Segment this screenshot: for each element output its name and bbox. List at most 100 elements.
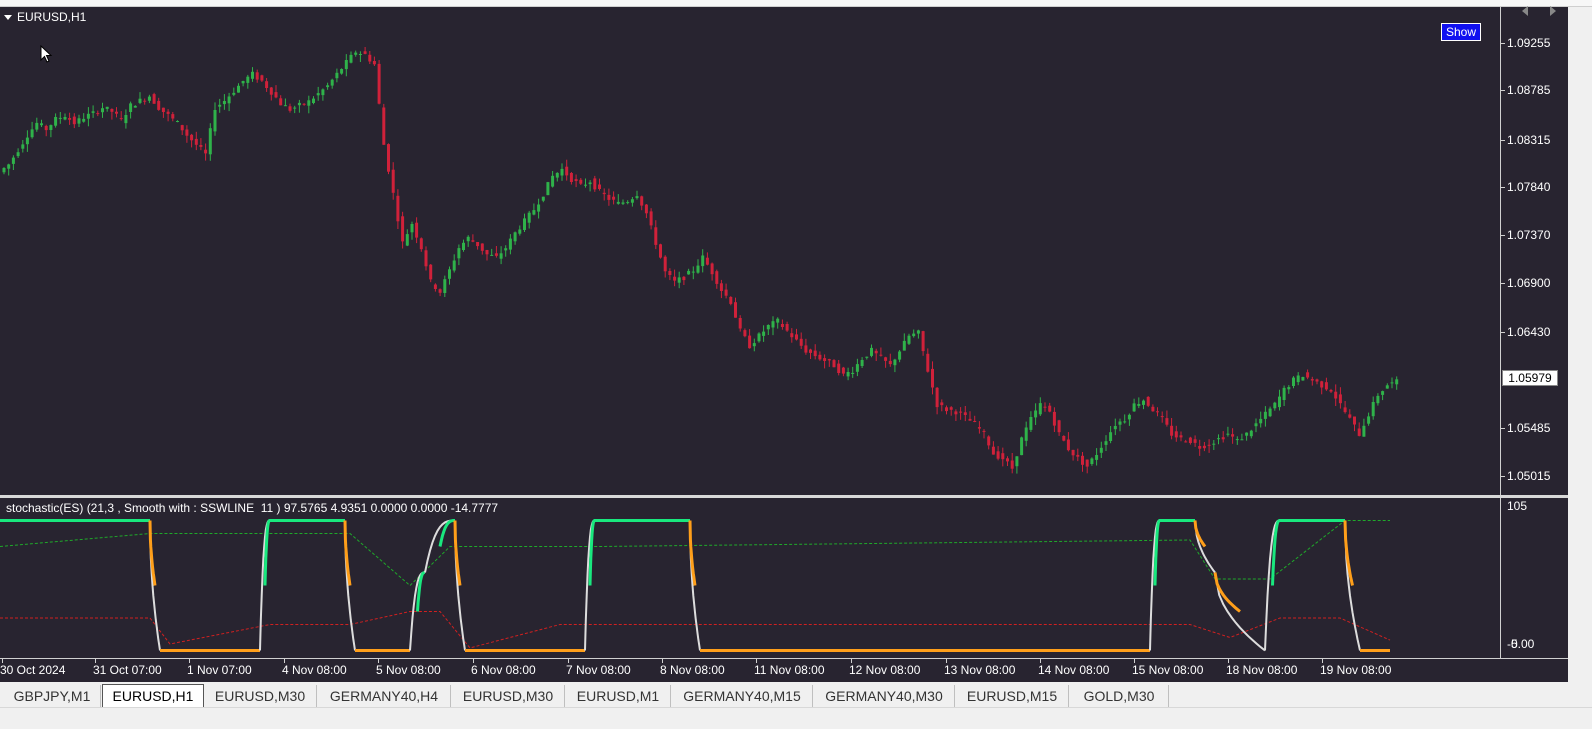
bull-candle <box>584 184 587 186</box>
bull-candle <box>330 79 334 86</box>
bull-candle <box>1390 382 1394 384</box>
bull-candle <box>30 129 34 138</box>
bear-candle <box>72 116 76 125</box>
bull-candle <box>246 76 250 83</box>
bull-candle <box>677 277 681 283</box>
bear-candle <box>401 216 405 242</box>
bear-candle <box>841 367 845 374</box>
tab-scroll-left-icon[interactable] <box>1522 6 1528 16</box>
tab-eurusd-h1[interactable]: EURUSD,H1 <box>102 684 204 708</box>
mouse-cursor-icon <box>40 45 53 63</box>
price-axis[interactable]: 1.09255 1.08785 1.08315 1.07840 1.07370 1.069… <box>1500 7 1569 495</box>
bear-candle <box>1231 434 1235 437</box>
bear-candle <box>1066 439 1070 451</box>
bull-candle <box>855 364 859 372</box>
bear-candle <box>649 211 653 226</box>
bear-candle <box>602 192 606 195</box>
bull-candle <box>1385 385 1389 389</box>
bear-candle <box>476 242 480 247</box>
bull-candle <box>466 236 470 242</box>
bear-candle <box>1207 444 1211 446</box>
bull-candle <box>232 92 236 95</box>
bear-candle <box>785 324 789 331</box>
price-axis-label: 1.05015 <box>1507 469 1551 483</box>
bull-candle <box>222 101 226 105</box>
bull-candle <box>124 115 128 124</box>
bear-candle <box>424 250 428 267</box>
bear-candle <box>837 363 841 373</box>
bear-candle <box>921 331 925 352</box>
current-price-tag: 1.05979 <box>1502 370 1558 386</box>
tab-germany40-m15[interactable]: GERMANY40,M15 <box>672 685 813 707</box>
bear-candle <box>968 418 972 421</box>
tab-scroll-right-icon[interactable] <box>1550 6 1556 16</box>
tab-gold-m30[interactable]: GOLD,M30 <box>1070 685 1169 707</box>
tab-eurusd-m15[interactable]: EURUSD,M15 <box>956 685 1069 707</box>
bull-candle <box>560 168 564 176</box>
bear-candle <box>654 227 658 245</box>
bull-candle <box>762 331 766 336</box>
tab-germany40-m30[interactable]: GERMANY40,M30 <box>814 685 955 707</box>
dropdown-arrow-icon[interactable] <box>4 14 12 20</box>
price-pane[interactable]: EURUSD,H1 Show <box>0 7 1500 495</box>
tab-gbpjpy-m1[interactable]: GBPJPY,M1 <box>4 685 101 707</box>
tab-eurusd-m30[interactable]: EURUSD,M30 <box>452 685 565 707</box>
tab-eurusd-m30[interactable]: EURUSD,M30 <box>204 685 317 707</box>
bull-candle <box>129 103 133 112</box>
bull-candle <box>448 269 451 279</box>
bear-candle <box>1329 390 1333 392</box>
bear-candle <box>1320 381 1324 388</box>
bull-candle <box>358 54 362 55</box>
tab-eurusd-m1[interactable]: EURUSD,M1 <box>566 685 671 707</box>
bull-candle <box>616 201 620 204</box>
bear-candle <box>115 111 118 114</box>
symbol-title[interactable]: EURUSD,H1 <box>4 10 86 24</box>
bull-candle <box>776 318 780 323</box>
bull-candle <box>138 98 142 103</box>
bull-candle <box>1029 417 1033 430</box>
bear-candle <box>363 51 367 54</box>
bear-candle <box>190 134 194 141</box>
indicator-axis[interactable]: 105 -5 0.00 <box>1500 498 1569 658</box>
tab-germany40-h4[interactable]: GERMANY40,H4 <box>318 685 451 707</box>
bear-candle <box>161 107 165 112</box>
bull-candle <box>326 85 330 88</box>
price-axis-tick <box>1501 187 1505 188</box>
bear-candle <box>180 125 184 131</box>
bull-candle <box>1217 438 1220 440</box>
price-axis-label: 1.07370 <box>1507 228 1551 242</box>
bear-candle <box>598 184 601 189</box>
chart-window[interactable]: EURUSD,H1 Show 1.09255 1.08785 1.08315 1.07… <box>0 7 1568 682</box>
bull-candle <box>54 117 58 126</box>
bull-candle <box>16 152 20 157</box>
price-axis-label: 1.07840 <box>1507 180 1551 194</box>
bear-candle <box>729 297 733 304</box>
time-axis-label: 11 Nov 08:00 <box>754 663 825 677</box>
bull-candle <box>293 107 297 109</box>
candlestick-chart[interactable] <box>0 7 1500 495</box>
bear-candle <box>663 256 667 272</box>
indicator-pane[interactable]: stochastic(ES) (21,3 , Smooth with : SSW… <box>0 498 1500 658</box>
bull-candle <box>1226 433 1230 435</box>
time-axis[interactable]: 30 Oct 2024 31 Oct 07:00 1 Nov 07:00 4 Nov … <box>0 658 1568 683</box>
bull-candle <box>555 172 559 178</box>
show-button[interactable]: Show <box>1441 23 1482 41</box>
bear-candle <box>1043 406 1047 408</box>
time-axis-label: 1 Nov 07:00 <box>187 663 252 677</box>
price-axis-label: 1.08315 <box>1507 133 1551 147</box>
bull-candle <box>766 325 770 330</box>
bear-candle <box>265 81 269 88</box>
bull-candle <box>410 224 414 233</box>
bull-candle <box>49 125 53 130</box>
time-axis-label: 15 Nov 08:00 <box>1132 663 1204 677</box>
bull-candle <box>499 253 503 259</box>
bull-candle <box>354 52 358 55</box>
bull-candle <box>1362 425 1366 437</box>
stochastic-chart[interactable] <box>0 498 1500 658</box>
symbol-title-label: EURUSD,H1 <box>17 10 87 24</box>
time-axis-label: 14 Nov 08:00 <box>1038 663 1110 677</box>
bear-candle <box>790 333 794 338</box>
bull-candle <box>340 69 344 74</box>
bear-candle <box>1048 405 1052 412</box>
bull-candle <box>91 111 95 113</box>
